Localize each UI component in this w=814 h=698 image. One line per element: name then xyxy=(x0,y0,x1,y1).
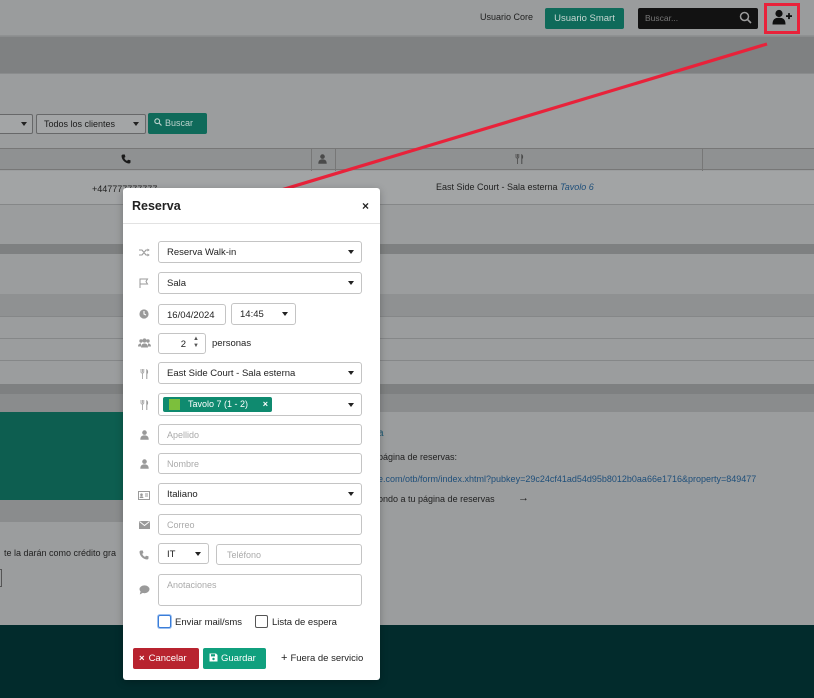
comment-icon xyxy=(137,583,151,597)
plus-icon: + xyxy=(281,652,288,664)
out-of-service-button[interactable]: + Fuera de servicio xyxy=(281,652,363,664)
table-tag: Tavolo 7 (1 - 2) × xyxy=(163,397,272,412)
envelope-icon xyxy=(137,518,151,532)
user-icon xyxy=(137,457,151,471)
persons-stepper[interactable]: 2 ▲ ▼ xyxy=(158,333,206,354)
notes-textarea[interactable]: Anotaciones xyxy=(158,574,362,606)
clock-icon xyxy=(137,307,151,321)
x-icon: × xyxy=(139,653,145,664)
area-select[interactable]: Sala xyxy=(158,272,362,294)
send-mail-checkbox[interactable] xyxy=(158,615,171,628)
reservation-modal: Reserva × Reserva Walk-in Sala 16/04/202… xyxy=(123,188,380,680)
table-color-swatch xyxy=(169,399,180,410)
modal-title: Reserva xyxy=(132,199,181,213)
group-icon xyxy=(137,336,151,350)
send-mail-label: Enviar mail/sms xyxy=(175,617,243,628)
modal-header: Reserva × xyxy=(123,188,380,224)
cutlery-icon xyxy=(137,398,151,412)
floppy-disk-icon xyxy=(209,653,218,662)
waitlist-checkbox[interactable] xyxy=(255,615,268,628)
language-select[interactable]: Italiano xyxy=(158,483,362,505)
save-button[interactable]: Guardar xyxy=(203,648,266,669)
reservation-type-select[interactable]: Reserva Walk-in xyxy=(158,241,362,263)
id-card-icon xyxy=(137,488,151,502)
remove-tag-icon[interactable]: × xyxy=(263,399,268,409)
table-select[interactable]: Tavolo 7 (1 - 2) × xyxy=(158,393,362,416)
flag-icon xyxy=(137,276,151,290)
stepper-arrows-icon[interactable]: ▲ ▼ xyxy=(193,336,199,350)
surname-input[interactable]: Apellido xyxy=(158,424,362,445)
time-select[interactable]: 14:45 xyxy=(231,303,296,325)
email-input[interactable]: Correo xyxy=(158,514,362,535)
close-icon[interactable]: × xyxy=(362,199,369,213)
shuffle-icon xyxy=(137,245,151,259)
country-code-select[interactable]: IT xyxy=(158,543,209,564)
phone-icon xyxy=(137,548,151,562)
phone-input[interactable]: Teléfono xyxy=(216,544,362,565)
location-select[interactable]: East Side Court - Sala esterna xyxy=(158,362,362,384)
persons-label: personas xyxy=(212,338,252,349)
cancel-button[interactable]: × Cancelar xyxy=(133,648,199,669)
name-input[interactable]: Nombre xyxy=(158,453,362,474)
user-icon xyxy=(137,428,151,442)
date-input[interactable]: 16/04/2024 xyxy=(158,304,226,325)
waitlist-label: Lista de espera xyxy=(272,617,337,628)
cutlery-icon xyxy=(137,367,151,381)
